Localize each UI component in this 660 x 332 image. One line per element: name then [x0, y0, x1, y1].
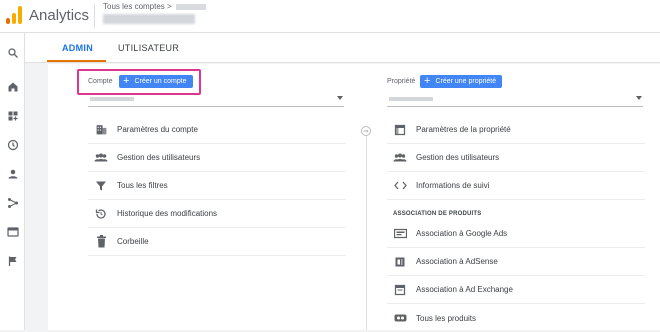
header-divider — [94, 4, 95, 28]
chevron-down-icon — [636, 96, 642, 100]
property-settings-item[interactable]: Paramètres de la propriété — [387, 116, 645, 144]
left-nav — [0, 33, 25, 330]
users-icon — [94, 151, 108, 165]
all-products-icon — [393, 311, 407, 325]
code-icon — [393, 179, 407, 193]
realtime-icon[interactable] — [5, 137, 20, 152]
arrow-right-icon: ⇒ — [361, 126, 371, 136]
top-bar: Analytics Tous les comptes > — [0, 0, 660, 33]
product-linking-heading: ASSOCIATION DE PRODUITS — [393, 211, 482, 217]
breadcrumb-separator: > — [167, 2, 172, 11]
history-icon — [94, 207, 108, 221]
all-filters-item[interactable]: Tous les filtres — [88, 172, 346, 200]
column-divider — [366, 134, 367, 330]
plus-icon: + — [424, 75, 431, 87]
account-selector[interactable] — [88, 95, 344, 107]
adsense-link-label: Association à AdSense — [416, 257, 498, 266]
view-selector-redacted[interactable] — [103, 14, 195, 24]
google-ads-link-label: Association à Google Ads — [416, 229, 508, 238]
settings-page-icon — [393, 123, 407, 137]
customization-icon[interactable] — [5, 108, 20, 123]
adsense-icon — [393, 255, 407, 269]
filter-icon — [94, 179, 108, 193]
conversions-icon[interactable] — [5, 253, 20, 268]
tab-admin[interactable]: ADMIN — [62, 43, 93, 53]
tracking-info-label: Informations de suivi — [416, 181, 490, 190]
active-tab-indicator — [47, 60, 106, 62]
acquisition-icon[interactable] — [5, 195, 20, 210]
tracking-info-item[interactable]: Informations de suivi — [387, 172, 645, 200]
trash-label: Corbeille — [117, 237, 149, 246]
change-history-label: Historique des modifications — [117, 209, 218, 218]
trash-icon — [94, 235, 108, 249]
all-filters-label: Tous les filtres — [117, 181, 168, 190]
property-users-label: Gestion des utilisateurs — [416, 153, 500, 162]
change-history-item[interactable]: Historique des modifications — [88, 200, 346, 228]
create-property-label: Créer une propriété — [435, 78, 497, 85]
breadcrumb[interactable]: Tous les comptes > — [103, 2, 206, 11]
breadcrumb-all-accounts[interactable]: Tous les comptes — [103, 2, 165, 11]
admin-content: Compte + Créer un compte Paramètres du c… — [48, 64, 660, 330]
property-selector[interactable] — [387, 95, 643, 107]
all-products-label: Tous les produits — [416, 313, 477, 323]
all-products-item[interactable]: Tous les produits — [387, 304, 645, 332]
account-settings-label: Paramètres du compte — [117, 125, 198, 134]
account-users-item[interactable]: Gestion des utilisateurs — [88, 144, 346, 172]
users-icon — [393, 151, 407, 165]
account-selector-redacted — [90, 97, 134, 101]
trash-item[interactable]: Corbeille — [88, 228, 346, 256]
property-selector-redacted — [389, 97, 433, 101]
ad-exchange-link-label: Association à Ad Exchange — [416, 285, 513, 294]
analytics-logo-icon[interactable] — [6, 6, 22, 24]
account-settings-item[interactable]: Paramètres du compte — [88, 116, 346, 144]
property-column-label: Propriété — [387, 78, 416, 85]
property-settings-label: Paramètres de la propriété — [416, 125, 511, 134]
ad-exchange-icon — [393, 283, 407, 297]
property-users-item[interactable]: Gestion des utilisateurs — [387, 144, 645, 172]
audience-icon[interactable] — [5, 166, 20, 181]
search-icon[interactable] — [5, 45, 20, 60]
home-icon[interactable] — [5, 79, 20, 94]
breadcrumb-redacted-account — [175, 3, 206, 10]
ad-exchange-link-item[interactable]: Association à Ad Exchange — [387, 276, 645, 304]
behavior-icon[interactable] — [5, 224, 20, 239]
highlight-box — [77, 69, 201, 95]
tab-user[interactable]: UTILISATEUR — [118, 43, 179, 53]
app-title[interactable]: Analytics — [29, 7, 89, 24]
create-property-button[interactable]: + Créer une propriété — [420, 75, 503, 88]
admin-tabs: ADMIN UTILISATEUR — [25, 33, 660, 63]
chevron-down-icon — [337, 96, 343, 100]
google-ads-link-item[interactable]: Association à Google Ads — [387, 220, 645, 248]
building-icon — [94, 123, 108, 137]
google-ads-icon — [393, 227, 407, 241]
adsense-link-item[interactable]: Association à AdSense — [387, 248, 645, 276]
account-users-label: Gestion des utilisateurs — [117, 153, 201, 162]
